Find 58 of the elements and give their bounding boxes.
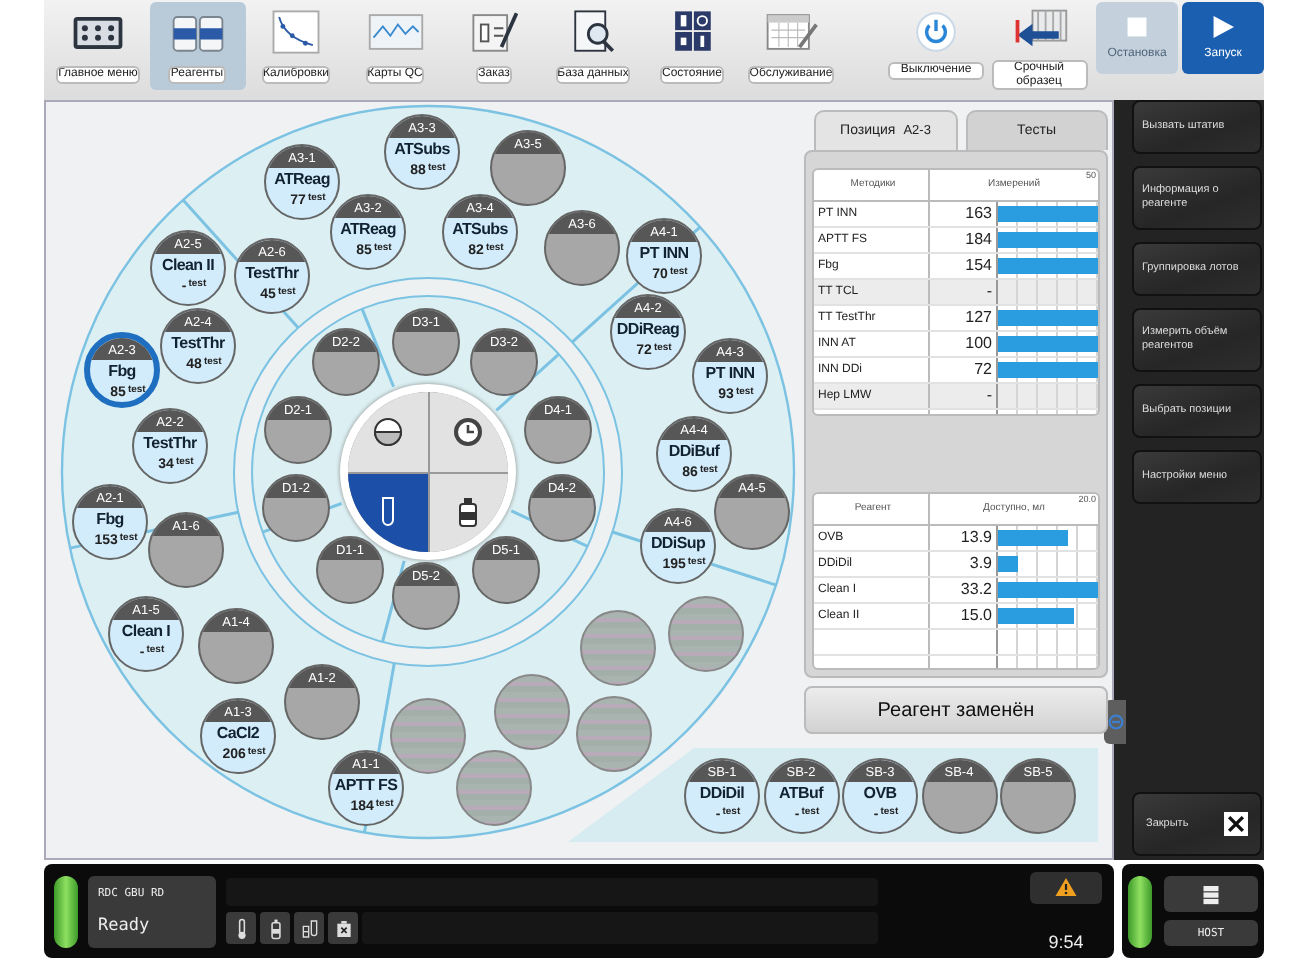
table-cell-text: 33.2 (958, 578, 994, 603)
reagent-name: Clean I (121, 622, 171, 642)
reagent-name: Fbg (96, 510, 124, 530)
play-icon (1212, 16, 1234, 38)
reagent-name: ATSubs (452, 220, 508, 240)
reagent-name: APTT FS (334, 776, 398, 796)
reagent-name: DDiSup (650, 534, 706, 554)
cross-box-icon (335, 917, 351, 939)
table-cell-text: 3.9 (967, 552, 994, 577)
line-chart-icon (365, 8, 425, 56)
reagent-name: TestThr (143, 434, 197, 454)
calendar-wrench-icon (761, 8, 821, 56)
clock-time: 9:54 (1048, 931, 1084, 951)
server-icon (1202, 883, 1220, 905)
reagent-name: DDiReag (616, 320, 680, 340)
stop-icon (1126, 16, 1148, 38)
warning-button[interactable] (1030, 871, 1102, 903)
tubes-icon (301, 917, 317, 939)
table-cell-text: 72 (972, 358, 994, 382)
reagent-name: TestThr (245, 264, 299, 284)
reagent-name: CaCl2 (216, 724, 260, 744)
table-cell-text: 15.0 (958, 604, 994, 629)
reagent-replaced-button[interactable]: Реагент заменён (804, 686, 1108, 734)
bottle-button[interactable] (260, 912, 290, 944)
server-button[interactable] (1164, 876, 1258, 912)
table-cell-text: 154 (963, 254, 994, 278)
minus-circle-icon (1107, 714, 1123, 730)
reagent-name: Clean II (161, 256, 215, 276)
reagent-name: OVB (863, 783, 897, 803)
reagent-name: TestThr (171, 334, 225, 354)
reagent-name: ATSubs (394, 140, 450, 160)
close-icon (1224, 812, 1248, 836)
table-cell-text: 163 (963, 202, 994, 226)
reagent-name: DDiDil (699, 783, 745, 803)
reagent-name: Fbg (108, 362, 136, 382)
clock-icon (452, 415, 485, 448)
status-light (54, 875, 78, 947)
table-cell-text: 127 (963, 306, 994, 330)
table-cell-text: - (984, 384, 994, 408)
table-cell-text: 13.9 (958, 526, 994, 551)
warning-icon (1054, 876, 1078, 898)
half-circle-icon (371, 415, 404, 448)
reagent-name: ATReag (340, 220, 396, 240)
reagent-name: ATBuf (779, 783, 823, 803)
table-cell-text: 184 (963, 228, 994, 252)
reagent-name: PT INN (705, 364, 755, 384)
cross-box-button[interactable] (328, 912, 358, 944)
thermometer-icon (233, 917, 249, 939)
tubes-button[interactable] (294, 912, 324, 944)
reagent-name: DDiBuf (668, 442, 720, 462)
reagent-name: PT INN (639, 244, 689, 264)
status-text: Ready (98, 915, 152, 935)
table-cell-text: 100 (963, 332, 994, 356)
thermometer-button[interactable] (226, 912, 256, 944)
reagent-name: ATReag (274, 170, 330, 190)
bottle-icon (267, 917, 283, 939)
status-light (1128, 875, 1152, 947)
table-cell-text: - (984, 280, 994, 304)
